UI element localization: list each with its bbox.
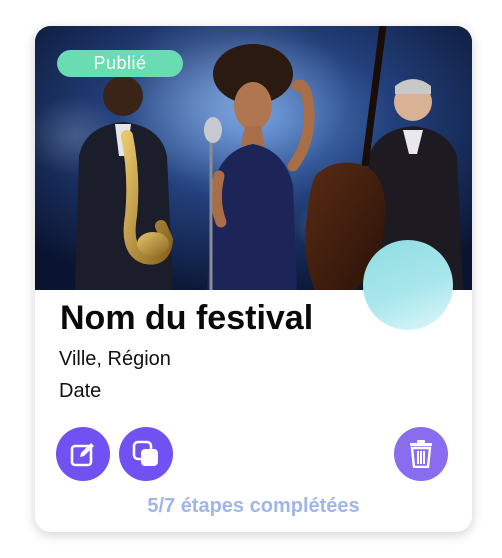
status-badge: Publié bbox=[57, 50, 183, 77]
progress-text: 5/7 étapes complétées bbox=[147, 495, 360, 517]
avatar bbox=[363, 240, 453, 330]
duplicate-icon bbox=[132, 440, 158, 466]
delete-button[interactable] bbox=[394, 427, 448, 481]
festival-name: Nom du festival bbox=[60, 299, 314, 337]
trash-icon bbox=[410, 440, 432, 468]
festival-card[interactable]: Publié Nom du festival Ville, Région Dat… bbox=[35, 26, 472, 532]
festival-date: Date bbox=[59, 380, 102, 402]
festival-location: Ville, Région bbox=[59, 348, 171, 370]
edit-icon bbox=[70, 443, 94, 467]
edit-button[interactable] bbox=[56, 427, 110, 481]
duplicate-button[interactable] bbox=[119, 427, 173, 481]
